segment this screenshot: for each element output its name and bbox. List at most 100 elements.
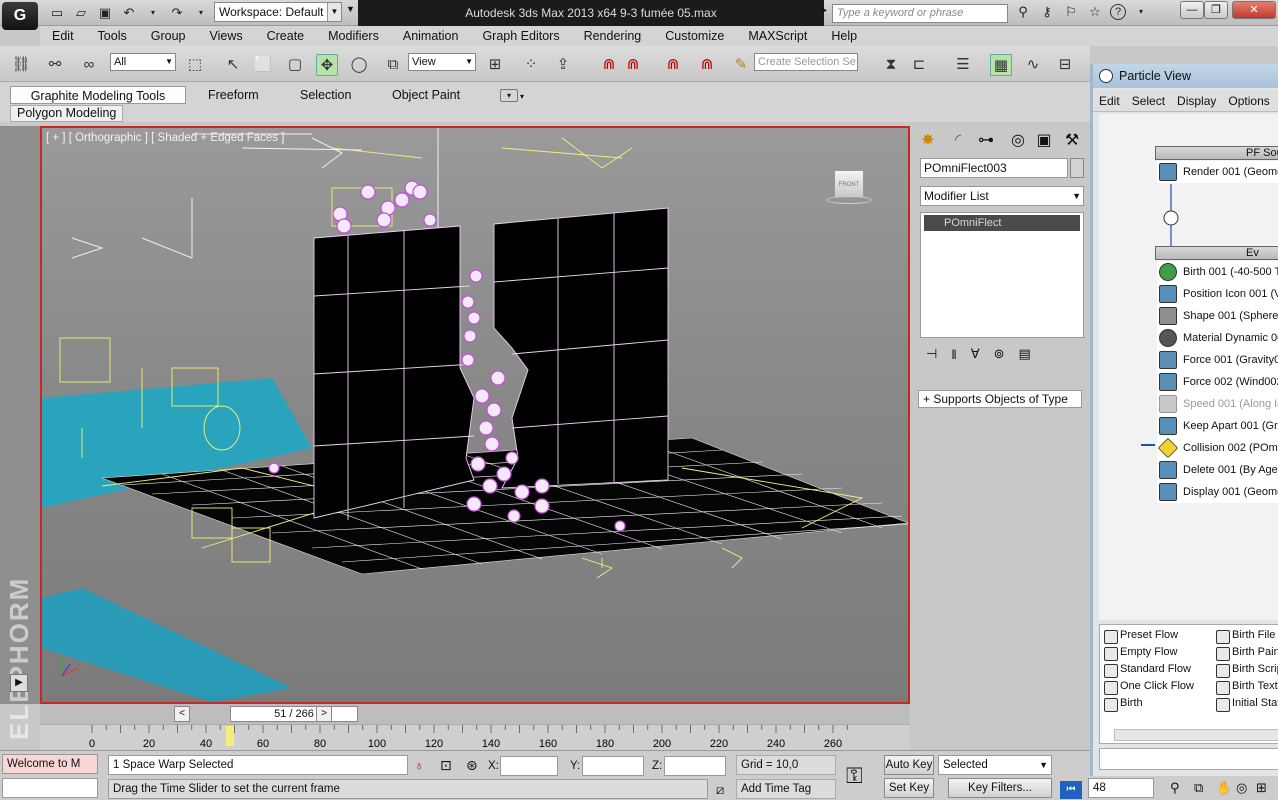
- viewport-label[interactable]: [ + ] [ Orthographic ] [ Shaded + Edged …: [46, 132, 284, 144]
- app-logo-icon[interactable]: G: [2, 2, 38, 30]
- angle-snap-icon[interactable]: ⋒: [622, 54, 644, 76]
- snaps-toggle-icon[interactable]: ⋒: [598, 54, 620, 76]
- select-manipulate-icon[interactable]: ⁘: [520, 54, 542, 76]
- open-file-icon[interactable]: ▱: [72, 4, 90, 22]
- percent-snap-icon[interactable]: ⋒: [662, 54, 684, 76]
- search-input[interactable]: Type a keyword or phrase: [832, 4, 1008, 23]
- keyboard-shortcut-override-icon[interactable]: ⇪: [552, 54, 574, 76]
- object-color-swatch[interactable]: [1070, 158, 1084, 178]
- set-key-icon[interactable]: ⚿: [846, 763, 863, 789]
- search-expand-icon[interactable]: ▸: [822, 5, 827, 16]
- pv-row-position-icon[interactable]: Position Icon 001 (Vo: [1157, 283, 1278, 305]
- qa-customize-icon[interactable]: ▼: [346, 4, 355, 14]
- maxscript-mini-listener[interactable]: Welcome to M: [2, 754, 98, 774]
- select-and-scale-icon[interactable]: ⧉: [382, 54, 404, 76]
- rectangular-selection-icon[interactable]: ⬜: [252, 54, 274, 76]
- tab-freeform[interactable]: Freeform: [208, 86, 259, 104]
- close-button[interactable]: ✕: [1232, 1, 1276, 19]
- depot-birth-script[interactable]: Birth Scrip: [1216, 663, 1278, 678]
- depot-initial-state[interactable]: Initial Stat: [1216, 697, 1278, 712]
- lock-selection-icon[interactable]: ♁: [414, 757, 425, 773]
- unlink-icon[interactable]: ⚯: [44, 54, 66, 76]
- create-tab-icon[interactable]: ✸: [916, 128, 940, 154]
- transform-type-in-icon[interactable]: ⊛: [466, 757, 478, 774]
- menu-maxscript[interactable]: MAXScript: [736, 26, 819, 46]
- reference-coordinate-dropdown[interactable]: View ▼: [408, 53, 476, 71]
- viewcube[interactable]: FRONT: [826, 170, 872, 204]
- pan-hand-icon[interactable]: ✋: [1216, 780, 1232, 796]
- orthographic-viewport[interactable]: [ + ] [ Orthographic ] [ Shaded + Edged …: [40, 126, 910, 704]
- pf-source-header[interactable]: PF Sou: [1155, 146, 1278, 160]
- depot-scrollbar[interactable]: [1114, 729, 1278, 741]
- binoculars-icon[interactable]: ⚲: [1014, 3, 1032, 21]
- menu-graph-editors[interactable]: Graph Editors: [470, 26, 571, 46]
- select-and-link-icon[interactable]: ⛓: [10, 54, 32, 76]
- undo-dropdown-icon[interactable]: ▾: [144, 4, 162, 22]
- redo-dropdown-icon[interactable]: ▾: [192, 4, 210, 22]
- menu-customize[interactable]: Customize: [653, 26, 736, 46]
- menu-tools[interactable]: Tools: [86, 26, 139, 46]
- minimize-button[interactable]: —: [1180, 1, 1204, 19]
- display-tab-icon[interactable]: ▣: [1032, 128, 1056, 154]
- configure-sets-icon[interactable]: ▤: [1019, 346, 1031, 362]
- undo-icon[interactable]: ↶: [120, 4, 138, 22]
- subscription-icon[interactable]: ⚐: [1062, 3, 1080, 21]
- y-coordinate-input[interactable]: [582, 756, 644, 776]
- zoom-extents-icon[interactable]: ⚲: [1170, 780, 1180, 796]
- show-end-result-icon[interactable]: ‖: [951, 347, 956, 362]
- named-selection-input[interactable]: Create Selection Se: [754, 53, 858, 71]
- pv-row-birth[interactable]: Birth 001 (-40-500 T: [1157, 261, 1278, 283]
- object-name-input[interactable]: POmniFlect003: [920, 158, 1068, 178]
- z-coordinate-input[interactable]: [664, 756, 726, 776]
- window-crossing-icon[interactable]: ▢: [284, 54, 306, 76]
- depot-preset-flow[interactable]: Preset Flow: [1104, 629, 1178, 644]
- pv-row-speed[interactable]: Speed 001 (Along Ic: [1157, 393, 1278, 415]
- pv-row-force-2[interactable]: Force 002 (Wind002: [1157, 371, 1278, 393]
- event-header[interactable]: Ev: [1155, 246, 1278, 260]
- go-to-start-icon[interactable]: ⏮: [1060, 781, 1082, 799]
- auto-key-button[interactable]: Auto Key: [884, 755, 934, 775]
- next-frame-button[interactable]: >: [316, 706, 332, 722]
- remove-modifier-icon[interactable]: ⊚: [994, 346, 1005, 362]
- modify-tab-icon[interactable]: ◜: [946, 128, 970, 154]
- menu-group[interactable]: Group: [139, 26, 198, 46]
- motion-tab-icon[interactable]: ◎: [1006, 128, 1030, 154]
- pv-menu-select[interactable]: Select: [1126, 90, 1171, 112]
- communication-center-icon[interactable]: ⚷: [1038, 3, 1056, 21]
- menu-modifiers[interactable]: Modifiers: [316, 26, 391, 46]
- favorites-star-icon[interactable]: ☆: [1086, 3, 1104, 21]
- absolute-mode-icon[interactable]: ⊡: [440, 757, 452, 774]
- pv-row-display[interactable]: Display 001 (Geome: [1157, 481, 1278, 503]
- tab-graphite-modeling-tools[interactable]: Graphite Modeling Tools: [10, 86, 186, 104]
- utilities-tab-icon[interactable]: ⚒: [1060, 128, 1084, 154]
- track-bar[interactable]: 0 20 40 60 80 100 120 140 160 180 200 220 240 260: [40, 724, 910, 750]
- menu-create[interactable]: Create: [255, 26, 317, 46]
- set-key-button[interactable]: Set Key: [884, 778, 934, 798]
- save-icon[interactable]: ▣: [96, 4, 114, 22]
- key-marker[interactable]: [225, 726, 234, 746]
- pv-menu-display[interactable]: Display: [1171, 90, 1222, 112]
- tab-selection[interactable]: Selection: [300, 86, 351, 104]
- maximize-viewport-icon[interactable]: ⊞: [1256, 780, 1267, 796]
- key-filters-button[interactable]: Key Filters...: [948, 778, 1052, 798]
- layer-manager-icon[interactable]: ☰: [952, 54, 974, 76]
- depot-birth-texture[interactable]: Birth Textu: [1216, 680, 1278, 695]
- modifier-stack[interactable]: POmniFlect: [920, 212, 1084, 338]
- pv-row-keep-apart[interactable]: Keep Apart 001 (Gro: [1157, 415, 1278, 437]
- select-object-icon[interactable]: ⬚: [184, 54, 206, 76]
- pv-row-shape[interactable]: Shape 001 (Sphere: [1157, 305, 1278, 327]
- schematic-view-icon[interactable]: ⊟: [1054, 54, 1076, 76]
- selection-filter-dropdown[interactable]: All ▼: [110, 53, 176, 71]
- x-coordinate-input[interactable]: [500, 756, 558, 776]
- orbit-icon[interactable]: ◎: [1236, 780, 1247, 796]
- tab-object-paint[interactable]: Object Paint: [392, 86, 460, 104]
- play-icon[interactable]: ▶: [10, 674, 28, 692]
- viewcube-ring[interactable]: [826, 196, 872, 204]
- spinner-snap-icon[interactable]: ⋒: [696, 54, 718, 76]
- menu-help[interactable]: Help: [819, 26, 869, 46]
- time-tag-icon[interactable]: ⧄: [716, 782, 724, 798]
- graphite-toggle-icon[interactable]: ▦: [990, 54, 1012, 76]
- pv-row-delete[interactable]: Delete 001 (By Age: [1157, 459, 1278, 481]
- previous-frame-button[interactable]: <: [174, 706, 190, 722]
- hierarchy-tab-icon[interactable]: ⊶: [974, 128, 998, 154]
